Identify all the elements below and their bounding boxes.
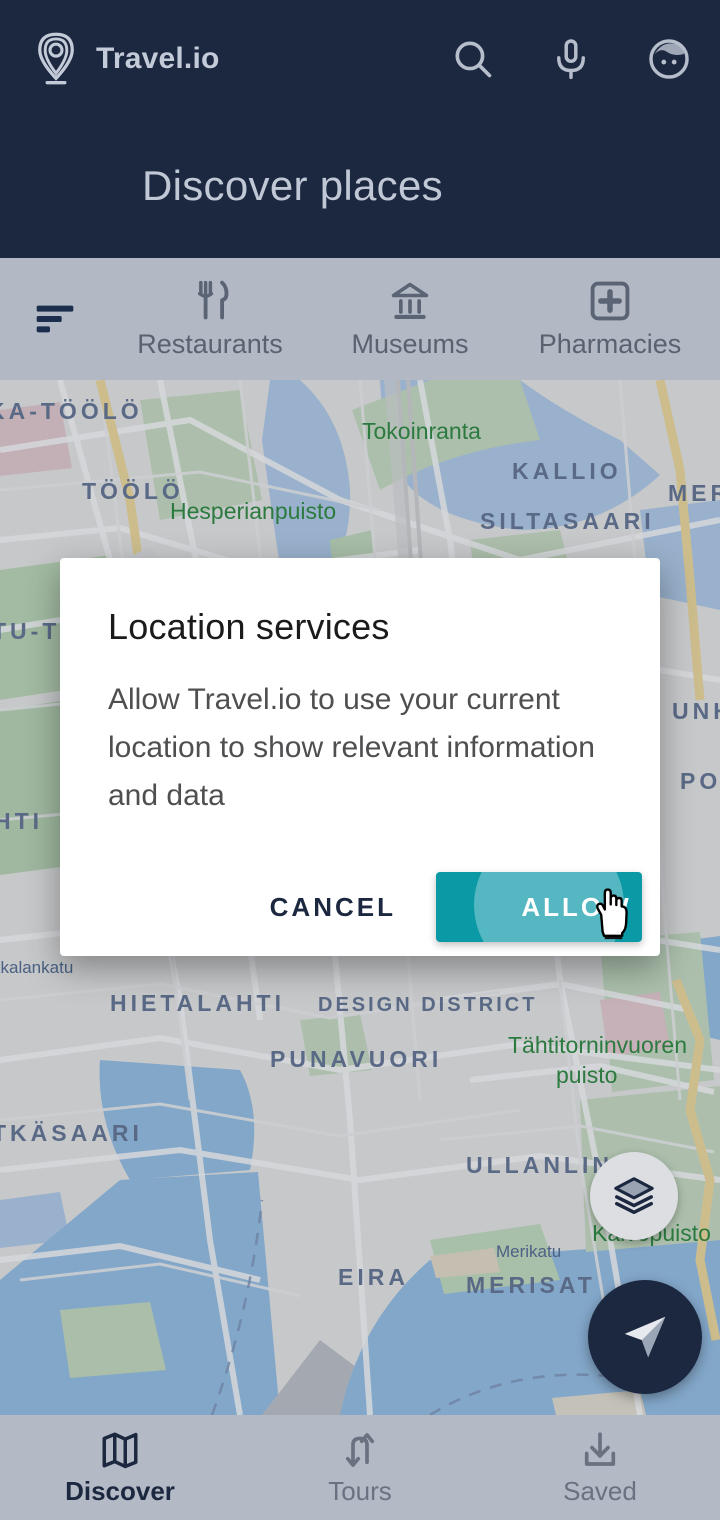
map-icon (102, 1432, 138, 1468)
tab-pharmacies[interactable]: Pharmacies (510, 258, 710, 380)
tab-label: Restaurants (137, 328, 283, 359)
tab-museums[interactable]: Museums (310, 258, 510, 380)
brand[interactable]: Travel.io (30, 30, 220, 88)
header-actions (450, 0, 692, 118)
category-tab-bar[interactable]: Restaurants Museums Pharmacies (0, 258, 720, 380)
dialog-title: Location services (108, 606, 390, 647)
pointing-hand-cursor (596, 888, 628, 940)
dialog-body-text: Allow Travel.io to use your current loca… (108, 683, 595, 812)
page-title: Discover places (142, 162, 443, 209)
microphone-icon[interactable] (548, 36, 594, 82)
nav-label: Tours (328, 1475, 392, 1506)
location-services-dialog: Location services Allow Travel.io to use… (60, 558, 660, 956)
tab-label: Museums (351, 328, 469, 359)
tab-label: Pharmacies (538, 328, 682, 359)
navigate-fab[interactable] (588, 1280, 702, 1394)
museum-icon (391, 282, 429, 319)
map-pin-logo-icon (38, 32, 74, 85)
search-icon[interactable] (450, 36, 496, 82)
layers-icon (614, 1177, 654, 1215)
header-top-row: Travel.io (0, 0, 720, 118)
pharmacy-plus-icon (590, 281, 630, 320)
dialog-actions: CANCEL ALLOW (244, 872, 642, 942)
filter-icon (36, 305, 74, 333)
bottom-navigation: Discover Tours Saved (0, 1415, 720, 1520)
cancel-button[interactable]: CANCEL (244, 874, 422, 941)
nav-label: Discover (65, 1475, 175, 1506)
download-icon (584, 1431, 616, 1466)
avatar-icon[interactable] (646, 36, 692, 82)
navigate-arrow-icon (624, 1316, 666, 1358)
brand-name: Travel.io (96, 42, 220, 75)
nav-item-discover[interactable]: Discover (0, 1415, 240, 1520)
app-header: Travel.io Discover places (0, 0, 720, 258)
tab-restaurants[interactable]: Restaurants (110, 258, 310, 380)
fork-knife-icon (197, 280, 229, 319)
filter-button[interactable] (0, 258, 110, 380)
route-swap-icon (345, 1432, 375, 1467)
layers-fab[interactable] (590, 1152, 678, 1240)
app-root: KA-TÖÖLÖTokoinrantaKALLIOMERITÖÖLÖHesper… (0, 0, 720, 1520)
nav-label: Saved (563, 1475, 637, 1506)
nav-item-tours[interactable]: Tours (240, 1415, 480, 1520)
nav-item-saved[interactable]: Saved (480, 1415, 720, 1520)
